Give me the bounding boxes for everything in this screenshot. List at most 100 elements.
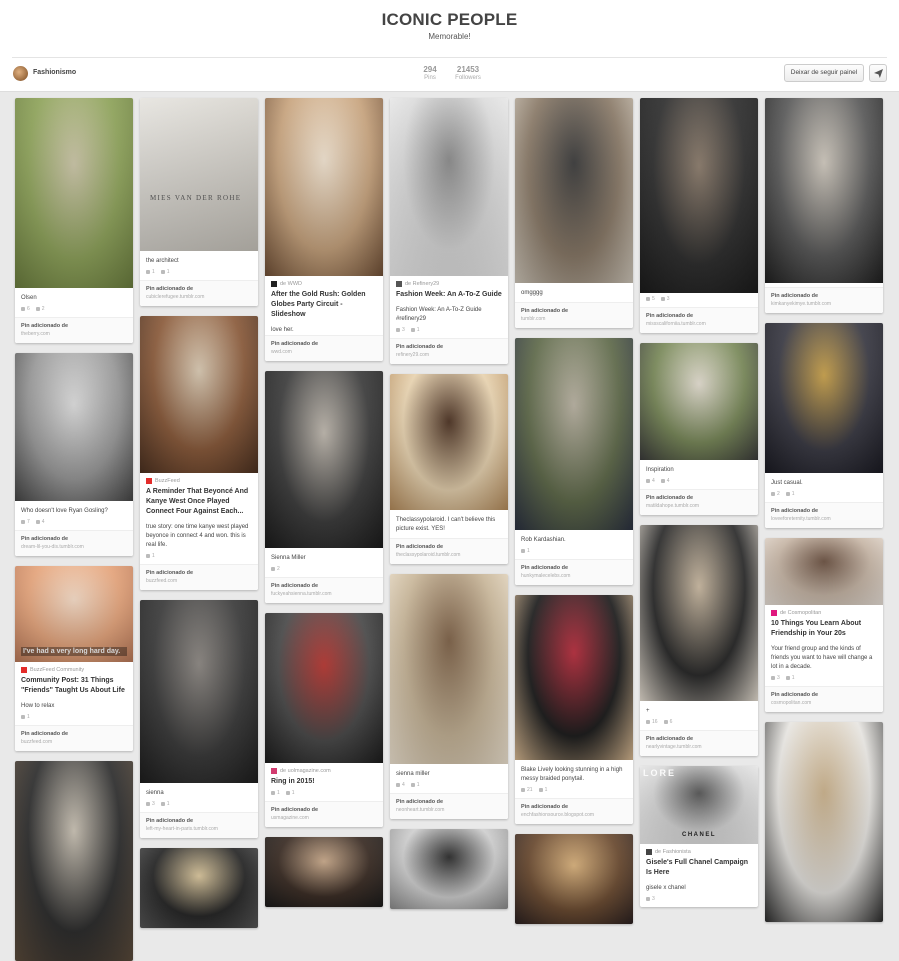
pin-image[interactable] xyxy=(265,837,383,907)
pin-attribution-site[interactable]: dream-lil-you-dis.tumblr.com xyxy=(21,544,127,550)
pin-image[interactable] xyxy=(15,98,133,288)
pin-source[interactable]: de WWD xyxy=(265,276,383,287)
pin-image[interactable] xyxy=(515,98,633,283)
pin-image[interactable] xyxy=(515,595,633,760)
pin-attribution-site[interactable]: kimkanyekimye.tumblr.com xyxy=(771,301,877,307)
pin-attribution-site[interactable]: theclassypolaroid.tumblr.com xyxy=(396,552,502,558)
repin-count[interactable]: 3 xyxy=(646,896,655,902)
pin-source[interactable]: BuzzFeed Community xyxy=(15,662,133,673)
pin-attribution-site[interactable]: matildahope.tumblr.com xyxy=(646,503,752,509)
like-count[interactable]: 1 xyxy=(160,269,170,275)
pin-rob[interactable]: Rob Kardashian. 1 Pin adicionado de hunkyma… xyxy=(515,338,633,585)
send-board-button[interactable] xyxy=(869,64,887,82)
pin-source[interactable]: de Fashionista xyxy=(640,844,758,855)
pin-image[interactable] xyxy=(765,538,883,605)
pin-sienna-coat[interactable]: sienna 3 1 Pin adicionado de left-my-heart-i… xyxy=(140,600,258,838)
pin-grammys[interactable]: Just casual. 2 1 Pin adicionado de loveefore… xyxy=(765,323,883,528)
repin-count[interactable]: 2 xyxy=(271,566,280,572)
pin-source[interactable]: de Refinery29 xyxy=(390,276,508,287)
pin-image[interactable] xyxy=(640,525,758,701)
repin-count[interactable]: 1 xyxy=(146,553,155,559)
pin-friends[interactable]: I've had a very long hard day. BuzzFeed C… xyxy=(15,566,133,752)
pin-attribution-site[interactable]: cosmopolitan.com xyxy=(771,700,877,706)
repin-count[interactable]: 6 xyxy=(21,306,30,312)
pin-attribution[interactable]: Pin adicionado de fuckyeahsienna.tumblr.c… xyxy=(265,577,383,603)
pin-friendship[interactable]: de Cosmopolitan 10 Things You Learn About… xyxy=(765,538,883,713)
pin-image[interactable] xyxy=(140,316,258,473)
pin-stairs[interactable] xyxy=(15,761,133,961)
pin-attribution-site[interactable]: buzzfeed.com xyxy=(21,739,127,745)
pin-image[interactable]: I've had a very long hard day. xyxy=(15,566,133,662)
pin-attribution[interactable]: Pin adicionado de tumblr.com xyxy=(515,302,633,328)
pin-attribution-site[interactable]: loveeforeternity.tumblr.com xyxy=(771,516,877,522)
like-count[interactable]: 1 xyxy=(285,790,295,796)
pin-attribution[interactable]: Pin adicionado de cubiclerefugee.tumblr.c… xyxy=(140,280,258,306)
pin-source[interactable]: BuzzFeed xyxy=(140,473,258,484)
pin-attribution-site[interactable]: wwd.com xyxy=(271,349,377,355)
pin-image[interactable] xyxy=(640,343,758,460)
pin-attribution-site[interactable]: neonheart.tumblr.com xyxy=(396,807,502,813)
like-count[interactable]: 3 xyxy=(660,296,670,302)
pin-attribution[interactable]: Pin adicionado de nearlyvintage.tumblr.co… xyxy=(640,730,758,756)
pin-rihanna[interactable] xyxy=(390,829,508,909)
like-count[interactable]: 1 xyxy=(785,491,795,497)
pin-attribution[interactable]: Pin adicionado de matildahope.tumblr.com xyxy=(640,489,758,515)
pin-title[interactable]: Ring in 2015! xyxy=(265,774,383,787)
pin-attribution[interactable]: Pin adicionado de theclassypolaroid.tumbl… xyxy=(390,538,508,564)
pin-connect4[interactable]: BuzzFeed A Reminder That Beyoncé And Kany… xyxy=(140,316,258,591)
pin-image[interactable] xyxy=(515,338,633,530)
pin-source[interactable]: de uolmagazine.com xyxy=(265,763,383,774)
pin-attribution-site[interactable]: nearlyvintage.tumblr.com xyxy=(646,744,752,750)
pin-image[interactable] xyxy=(15,761,133,961)
pin-image[interactable] xyxy=(390,574,508,764)
pin-title[interactable]: A Reminder That Beyoncé And Kanye West O… xyxy=(140,484,258,517)
pin-attribution-site[interactable]: theberry.com xyxy=(21,331,127,337)
repin-count[interactable]: 4 xyxy=(396,782,405,788)
repin-count[interactable]: 1 xyxy=(271,790,280,796)
pins-count[interactable]: 294 Pins xyxy=(410,65,450,81)
like-count[interactable]: 1 xyxy=(538,787,547,793)
pin-attribution[interactable]: Pin adicionado de cosmopolitan.com xyxy=(765,686,883,713)
pin-image[interactable] xyxy=(765,722,883,922)
pin-karlie[interactable] xyxy=(765,722,883,922)
pin-sienna-miller-2[interactable]: sienna miller 4 1 Pin adicionado de neonhear… xyxy=(390,574,508,819)
pin-image[interactable] xyxy=(390,98,508,276)
repin-count[interactable]: 4 xyxy=(646,478,655,484)
pin-olsen[interactable]: Olsen 6 2 Pin adicionado de theberry.com xyxy=(15,98,133,343)
pin-title[interactable]: Community Post: 31 Things "Friends" Taug… xyxy=(15,673,133,696)
pin-image[interactable] xyxy=(390,374,508,510)
pin-image[interactable] xyxy=(265,98,383,276)
like-count[interactable]: 1 xyxy=(785,675,795,681)
pin-attribution-site[interactable]: tumblr.com xyxy=(521,316,627,322)
followers-count[interactable]: 21453 Followers xyxy=(448,65,488,81)
pin-image[interactable] xyxy=(140,848,258,928)
like-count[interactable]: 6 xyxy=(663,719,672,725)
repin-count[interactable]: 3 xyxy=(396,327,405,333)
repin-count[interactable]: 7 xyxy=(21,519,30,525)
pin-attribution-site[interactable]: hunkymalecelebs.com xyxy=(521,573,627,579)
pin-image[interactable] xyxy=(640,98,758,293)
pin-attribution-site[interactable]: cubiclerefugee.tumblr.com xyxy=(146,294,252,300)
pin-attribution-site[interactable]: enchfashionsource.blogspot.com xyxy=(521,812,627,818)
pin-image[interactable] xyxy=(140,600,258,783)
like-count[interactable]: 4 xyxy=(660,478,670,484)
pin-attribution-site[interactable]: refinery29.com xyxy=(396,352,502,358)
pin-polaroid[interactable]: Theclassypolaroid. I can't believe this … xyxy=(390,374,508,564)
repin-count[interactable]: 3 xyxy=(146,801,155,807)
pin-gosling[interactable]: Who doesn't love Ryan Gosling? 7 4 Pin adic… xyxy=(15,353,133,556)
pin-image[interactable] xyxy=(765,323,883,473)
pin-image[interactable] xyxy=(265,613,383,763)
pin-attribution[interactable]: Pin adicionado de left-my-heart-in-paris.… xyxy=(140,812,258,838)
repin-count[interactable]: 3 xyxy=(771,675,780,681)
pin-attribution[interactable]: Pin adicionado de dream-lil-you-dis.tumbl… xyxy=(15,530,133,556)
like-count[interactable]: 2 xyxy=(35,306,45,312)
pin-kanye-street[interactable]: omgggg Pin adicionado de tumblr.com xyxy=(515,98,633,328)
pin-attribution[interactable]: Pin adicionado de wwd.com xyxy=(265,335,383,362)
repin-count[interactable]: 21 xyxy=(521,787,533,793)
pin-blake[interactable]: Blake Lively looking stunning in a high … xyxy=(515,595,633,824)
pin-mies[interactable]: MIES VAN DER ROHE the architect 1 1 Pin adic… xyxy=(140,98,258,306)
owner-avatar[interactable] xyxy=(13,66,28,81)
pin-blake-2[interactable] xyxy=(515,834,633,924)
pin-attribution[interactable]: Pin adicionado de enchfashionsource.blogs… xyxy=(515,798,633,824)
pin-attribution[interactable]: Pin adicionado de buzzfeed.com xyxy=(15,725,133,752)
